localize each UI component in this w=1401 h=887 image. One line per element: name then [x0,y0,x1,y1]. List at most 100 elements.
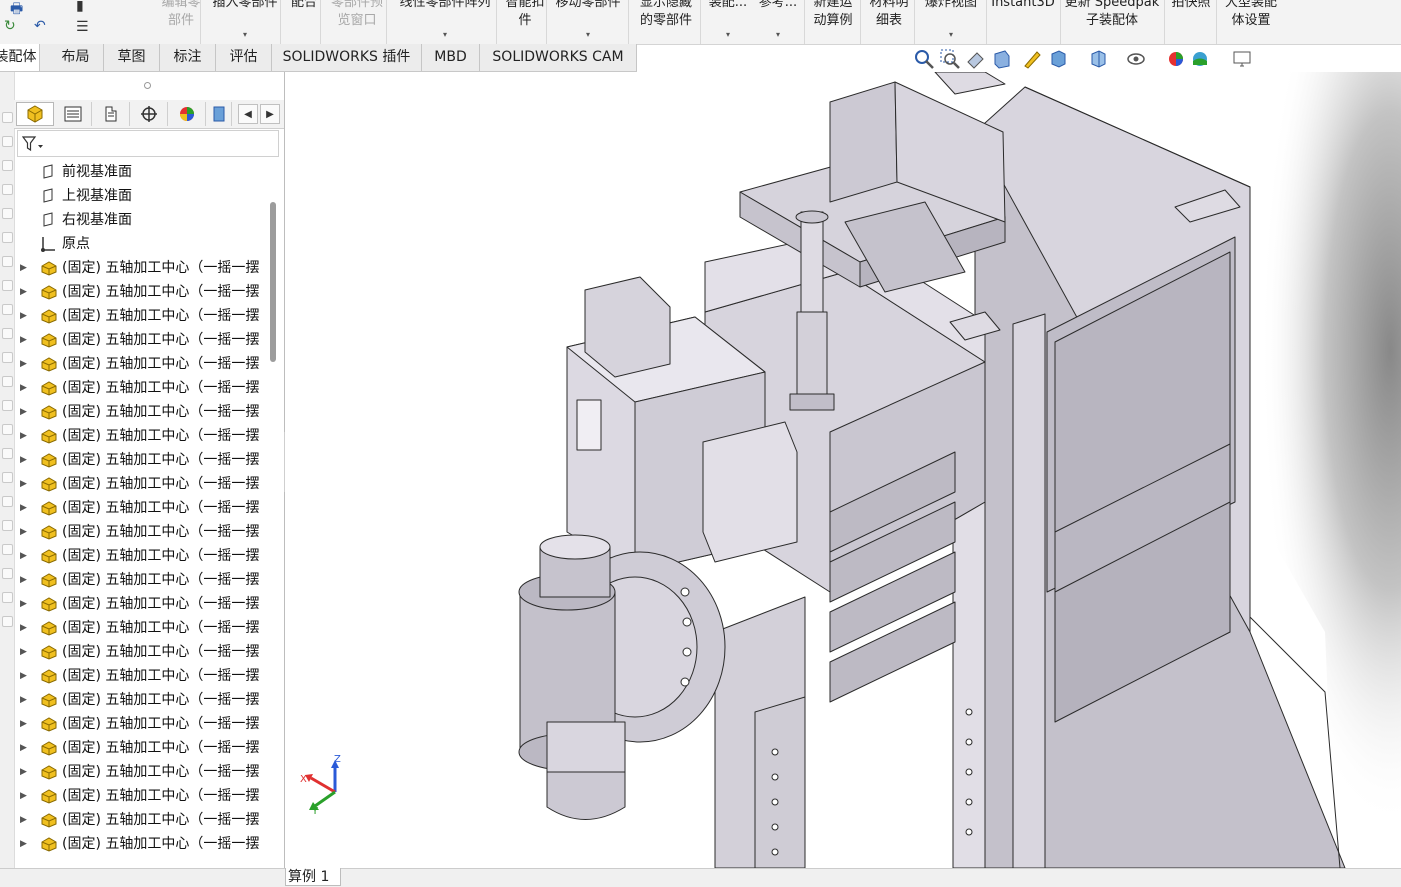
task-pane-icon[interactable] [2,424,13,435]
edit-appearance-icon[interactable] [1165,48,1187,70]
tree-item-component[interactable]: ▶ (固定) 五轴加工中心（一摇一摆 [14,472,270,496]
view-orientation-icon[interactable] [1047,48,1069,70]
tree-item-component[interactable]: ▶ (固定) 五轴加工中心（一摇一摆 [14,784,270,808]
ribbon-button-6[interactable]: 移动零部件 ▾ [552,0,624,39]
ribbon-button-9[interactable]: 参考... ▾ [756,0,800,40]
tree-filter-box[interactable] [17,130,279,157]
view-settings-icon[interactable] [1231,48,1253,70]
task-pane-icon[interactable] [2,208,13,219]
tab-feature-manager[interactable] [16,102,54,126]
expand-arrow-icon[interactable]: ▶ [20,544,30,568]
tabs-scroll-left-button[interactable]: ◀ [238,104,258,124]
tree-item-component[interactable]: ▶ (固定) 五轴加工中心（一摇一摆 [14,568,270,592]
expand-arrow-icon[interactable]: ▶ [20,256,30,280]
tree-item-component[interactable]: ▶ (固定) 五轴加工中心（一摇一摆 [14,640,270,664]
ribbon-button-8[interactable]: 装配... ▾ [706,0,750,40]
tree-item-component[interactable]: ▶ (固定) 五轴加工中心（一摇一摆 [14,592,270,616]
task-pane-icon[interactable] [2,256,13,267]
ribbon-button-13[interactable]: Instant3D [990,0,1056,38]
tree-item-component[interactable]: ▶ (固定) 五轴加工中心（一摇一摆 [14,328,270,352]
tab-0[interactable]: 装配体 [0,44,40,71]
task-pane-icon[interactable] [2,112,13,123]
tree-item-component[interactable]: ▶ (固定) 五轴加工中心（一摇一摆 [14,304,270,328]
expand-arrow-icon[interactable]: ▶ [20,688,30,712]
ribbon-button-3[interactable]: 零部件预 览窗口 [326,0,388,38]
task-pane-icon[interactable] [2,448,13,459]
display-style-icon[interactable] [1087,48,1109,70]
expand-arrow-icon[interactable]: ▶ [20,376,30,400]
tree-item-component[interactable]: ▶ (固定) 五轴加工中心（一摇一摆 [14,496,270,520]
chevron-down-icon[interactable]: ▾ [918,30,984,40]
expand-arrow-icon[interactable]: ▶ [20,664,30,688]
chevron-down-icon[interactable]: ▾ [390,30,500,40]
expand-arrow-icon[interactable]: ▶ [20,520,30,544]
task-pane-icon[interactable] [2,160,13,171]
tab-5[interactable]: SOLIDWORKS 插件 [272,44,422,71]
task-pane-icon[interactable] [2,616,13,627]
chevron-down-icon[interactable]: ▾ [208,30,282,40]
panel-grip-icon[interactable] [144,82,151,89]
scene-icon[interactable] [1189,48,1211,70]
expand-arrow-icon[interactable]: ▶ [20,472,30,496]
expand-arrow-icon[interactable]: ▶ [20,832,30,856]
task-pane-icon[interactable] [2,544,13,555]
task-pane-icon[interactable] [2,280,13,291]
options-icon[interactable]: ☰ [76,19,89,35]
ribbon-button-10[interactable]: 新建运 动算例 [808,0,858,38]
expand-arrow-icon[interactable]: ▶ [20,616,30,640]
tree-item-component[interactable]: ▶ (固定) 五轴加工中心（一摇一摆 [14,544,270,568]
ribbon-button-15[interactable]: 拍快照 [1166,0,1216,38]
tree-vertical-scrollbar[interactable] [270,202,276,362]
task-pane-icon[interactable] [2,352,13,363]
task-pane-icon[interactable] [2,232,13,243]
expand-arrow-icon[interactable]: ▶ [20,304,30,328]
expand-arrow-icon[interactable]: ▶ [20,808,30,832]
task-pane-icon[interactable] [2,496,13,507]
expand-arrow-icon[interactable]: ▶ [20,760,30,784]
expand-arrow-icon[interactable]: ▶ [20,640,30,664]
tree-item-component[interactable]: ▶ (固定) 五轴加工中心（一摇一摆 [14,352,270,376]
task-pane-icon[interactable] [2,328,13,339]
ribbon-button-4[interactable]: 线性零部件阵列 ▾ [390,0,500,40]
ribbon-button-11[interactable]: 材料明 细表 [864,0,914,38]
ribbon-button-0[interactable]: 编辑零 部件 [158,0,204,38]
tree-item-component[interactable]: ▶ (固定) 五轴加工中心（一摇一摆 [14,664,270,688]
tab-3[interactable]: 标注 [160,44,216,71]
tree-item-component[interactable]: ▶ (固定) 五轴加工中心（一摇一摆 [14,688,270,712]
expand-arrow-icon[interactable]: ▶ [20,352,30,376]
expand-arrow-icon[interactable]: ▶ [20,328,30,352]
tree-item-component[interactable]: ▶ (固定) 五轴加工中心（一摇一摆 [14,616,270,640]
ribbon-button-16[interactable]: 大型装配 体设置 [1220,0,1282,38]
chevron-down-icon[interactable]: ▾ [706,30,750,40]
task-pane-icon[interactable] [2,400,13,411]
expand-arrow-icon[interactable]: ▶ [20,424,30,448]
task-pane-icon[interactable] [2,184,13,195]
expand-arrow-icon[interactable]: ▶ [20,496,30,520]
tabs-scroll-right-button[interactable]: ▶ [260,104,280,124]
tab-6[interactable]: MBD [422,44,480,71]
task-pane-icon[interactable] [2,592,13,603]
graphics-area[interactable]: Z X Y [285,72,1401,868]
tree-item-component[interactable]: ▶ (固定) 五轴加工中心（一摇一摆 [14,760,270,784]
tab-2[interactable]: 草图 [104,44,160,71]
tree-item-component[interactable]: ▶ (固定) 五轴加工中心（一摇一摆 [14,376,270,400]
tab-dimxpert-manager[interactable] [130,102,168,126]
task-pane-icon[interactable] [2,568,13,579]
task-pane-icon[interactable] [2,520,13,531]
previous-view-icon[interactable] [965,48,987,70]
chevron-down-icon[interactable]: ▾ [756,30,800,40]
ribbon-button-12[interactable]: 爆炸视图 ▾ [918,0,984,40]
tab-1[interactable]: 布局 [48,44,104,71]
ribbon-button-14[interactable]: 更新 Speedpak 子装配体 [1062,0,1162,38]
tree-item-component[interactable]: ▶ (固定) 五轴加工中心（一摇一摆 [14,256,270,280]
expand-arrow-icon[interactable]: ▶ [20,448,30,472]
tab-7[interactable]: SOLIDWORKS CAM [480,44,637,71]
task-pane-icon[interactable] [2,376,13,387]
ribbon-button-5[interactable]: 智能扣件 [500,0,550,38]
task-pane-icon[interactable] [2,472,13,483]
zoom-area-icon[interactable] [939,48,961,70]
expand-arrow-icon[interactable]: ▶ [20,568,30,592]
tree-item-component[interactable]: ▶ (固定) 五轴加工中心（一摇一摆 [14,424,270,448]
tab-display-manager[interactable] [168,102,206,126]
task-pane-icon[interactable] [2,304,13,315]
